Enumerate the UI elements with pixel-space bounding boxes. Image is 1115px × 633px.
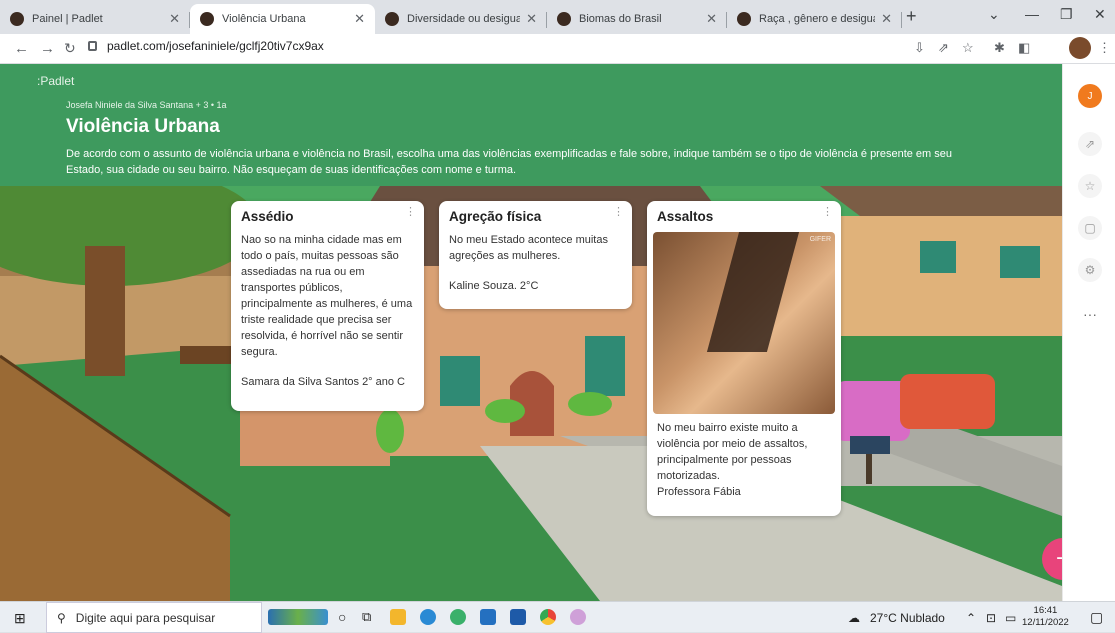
- search-highlight-icon[interactable]: [268, 609, 328, 625]
- tab-favicon-icon: [10, 12, 24, 26]
- browser-tab[interactable]: Painel | Padlet ✕: [0, 4, 190, 34]
- post-card-assaltos[interactable]: ⋮ Assaltos GIFER No meu bairro existe mu…: [647, 201, 841, 516]
- tab-search-icon[interactable]: ⌄: [988, 6, 1000, 23]
- install-icon[interactable]: ⇩: [914, 40, 925, 56]
- tab-close-icon[interactable]: ✕: [706, 11, 717, 27]
- post-menu-icon[interactable]: ⋮: [613, 205, 624, 218]
- app-q-icon[interactable]: [450, 609, 466, 625]
- post-card-assedio[interactable]: ⋮ Assédio Nao so na minha cidade mas em …: [231, 201, 424, 411]
- post-card-agrecao[interactable]: ⋮ Agreção física No meu Estado acontece …: [439, 201, 632, 309]
- network-icon[interactable]: ⊡: [986, 611, 996, 625]
- user-avatar[interactable]: J: [1078, 84, 1102, 108]
- more-options-icon[interactable]: ···: [1078, 302, 1102, 326]
- paint-icon[interactable]: [570, 609, 586, 625]
- mail-icon[interactable]: [480, 609, 496, 625]
- post-body: Nao so na minha cidade mas em todo o paí…: [241, 234, 413, 358]
- tab-title: Raça , gênero e desigualdade: [759, 13, 875, 25]
- windows-start-icon[interactable]: ⊞: [14, 610, 26, 627]
- tab-title: Violência Urbana: [222, 13, 306, 25]
- tab-title: Diversidade ou desigualdade: [407, 13, 521, 25]
- padlet-logo[interactable]: :Padlet: [37, 74, 74, 88]
- tab-favicon-icon: [200, 12, 214, 26]
- cortana-icon[interactable]: ○: [338, 609, 346, 625]
- share-icon[interactable]: ⇗: [938, 40, 949, 56]
- word-icon[interactable]: [510, 609, 526, 625]
- clock-date: 12/11/2022: [1022, 617, 1069, 628]
- browser-tab[interactable]: Diversidade ou desigualdade ✕: [375, 4, 547, 34]
- extensions-icon[interactable]: ✱: [994, 40, 1005, 56]
- address-bar-row: ← → ↻ padlet.com/josefaniniele/gclfj20ti…: [0, 34, 1115, 64]
- tab-close-icon[interactable]: ✕: [354, 11, 365, 27]
- gif-watermark: GIFER: [809, 236, 831, 243]
- post-menu-icon[interactable]: ⋮: [822, 205, 833, 218]
- url-field[interactable]: padlet.com/josefaniniele/gclfj20tiv7cx9a…: [88, 39, 324, 53]
- browser-tab[interactable]: Biomas do Brasil ✕: [547, 4, 727, 34]
- minimize-icon[interactable]: —: [1025, 6, 1039, 22]
- share-icon[interactable]: ⇗: [1078, 132, 1102, 156]
- tab-favicon-icon: [557, 12, 571, 26]
- bookmark-star-icon[interactable]: ☆: [962, 40, 974, 56]
- tray-chevron-icon[interactable]: ⌃: [966, 611, 976, 625]
- weather-icon: ☁: [848, 611, 860, 625]
- file-explorer-icon[interactable]: [390, 609, 406, 625]
- board-title: Violência Urbana: [66, 116, 220, 137]
- post-body: No meu bairro existe muito a violência p…: [657, 422, 808, 482]
- post-signature: Professora Fábia: [657, 486, 741, 498]
- edge-browser-icon[interactable]: [420, 609, 436, 625]
- back-icon[interactable]: ←: [14, 40, 29, 57]
- browser-menu-icon[interactable]: ⋮: [1098, 40, 1111, 56]
- task-view-icon[interactable]: ⧉: [362, 609, 371, 625]
- weather-text[interactable]: 27°C Nublado: [870, 611, 945, 625]
- padlet-sidebar: J ⇗ ☆ ▢ ⚙ ···: [1062, 64, 1115, 601]
- taskbar-search-box[interactable]: ⚲ Digite aqui para pesquisar: [46, 602, 262, 633]
- battery-icon[interactable]: ▭: [1005, 611, 1016, 625]
- post-signature: Samara da Silva Santos 2° ano C: [241, 376, 405, 388]
- close-window-icon[interactable]: ✕: [1094, 6, 1106, 23]
- browser-tab[interactable]: Violência Urbana ✕: [190, 4, 375, 34]
- search-placeholder: Digite aqui para pesquisar: [75, 610, 216, 625]
- browser-tab[interactable]: Raça , gênero e desigualdade ✕: [727, 4, 902, 34]
- post-body: No meu Estado acontece muitas agreções a…: [449, 234, 608, 262]
- tab-title: Biomas do Brasil: [579, 13, 662, 25]
- post-title: Assédio: [241, 209, 294, 224]
- chrome-icon[interactable]: [540, 609, 556, 625]
- padlet-page: :Padlet Josefa Niniele da Silva Santana …: [0, 64, 1062, 601]
- tab-favicon-icon: [737, 12, 751, 26]
- post-signature: Kaline Souza. 2°C: [449, 280, 539, 292]
- settings-gear-icon[interactable]: ⚙: [1078, 258, 1102, 282]
- maximize-icon[interactable]: ❐: [1060, 6, 1073, 23]
- tab-close-icon[interactable]: ✕: [881, 11, 892, 27]
- post-title: Agreção física: [449, 209, 542, 224]
- clock-time: 16:41: [1033, 605, 1058, 616]
- notifications-icon[interactable]: ▢: [1090, 609, 1103, 626]
- post-title: Assaltos: [657, 209, 714, 224]
- browser-tab-bar: Painel | Padlet ✕ Violência Urbana ✕ Diversi…: [0, 0, 1115, 34]
- tab-favicon-icon: [385, 12, 399, 26]
- forward-icon[interactable]: →: [40, 40, 55, 57]
- tab-separator: [901, 12, 902, 28]
- sidebar-panel-icon[interactable]: ◧: [1018, 40, 1030, 56]
- board-author: Josefa Niniele da Silva Santana + 3 • 1a: [66, 100, 227, 110]
- board-description: De acordo com o assunto de violência urb…: [66, 148, 953, 176]
- tab-close-icon[interactable]: ✕: [169, 11, 180, 27]
- new-tab-button[interactable]: +: [906, 6, 917, 27]
- lock-icon: [88, 41, 97, 51]
- padlet-header: :Padlet Josefa Niniele da Silva Santana …: [0, 64, 1062, 186]
- remake-icon[interactable]: ▢: [1078, 216, 1102, 240]
- post-menu-icon[interactable]: ⋮: [405, 205, 416, 218]
- url-text: padlet.com/josefaniniele/gclfj20tiv7cx9a…: [107, 39, 324, 53]
- tab-title: Painel | Padlet: [32, 13, 103, 25]
- post-gif-image[interactable]: GIFER: [653, 232, 835, 414]
- tab-close-icon[interactable]: ✕: [526, 11, 537, 27]
- reload-icon[interactable]: ↻: [64, 40, 76, 57]
- search-icon: ⚲: [57, 610, 66, 625]
- browser-profile-avatar[interactable]: [1069, 37, 1091, 59]
- windows-taskbar: ⊞ ⚲ Digite aqui para pesquisar ○ ⧉ ☁ 27°…: [0, 601, 1115, 633]
- taskbar-clock[interactable]: 16:41 12/11/2022: [1022, 605, 1069, 629]
- star-icon[interactable]: ☆: [1078, 174, 1102, 198]
